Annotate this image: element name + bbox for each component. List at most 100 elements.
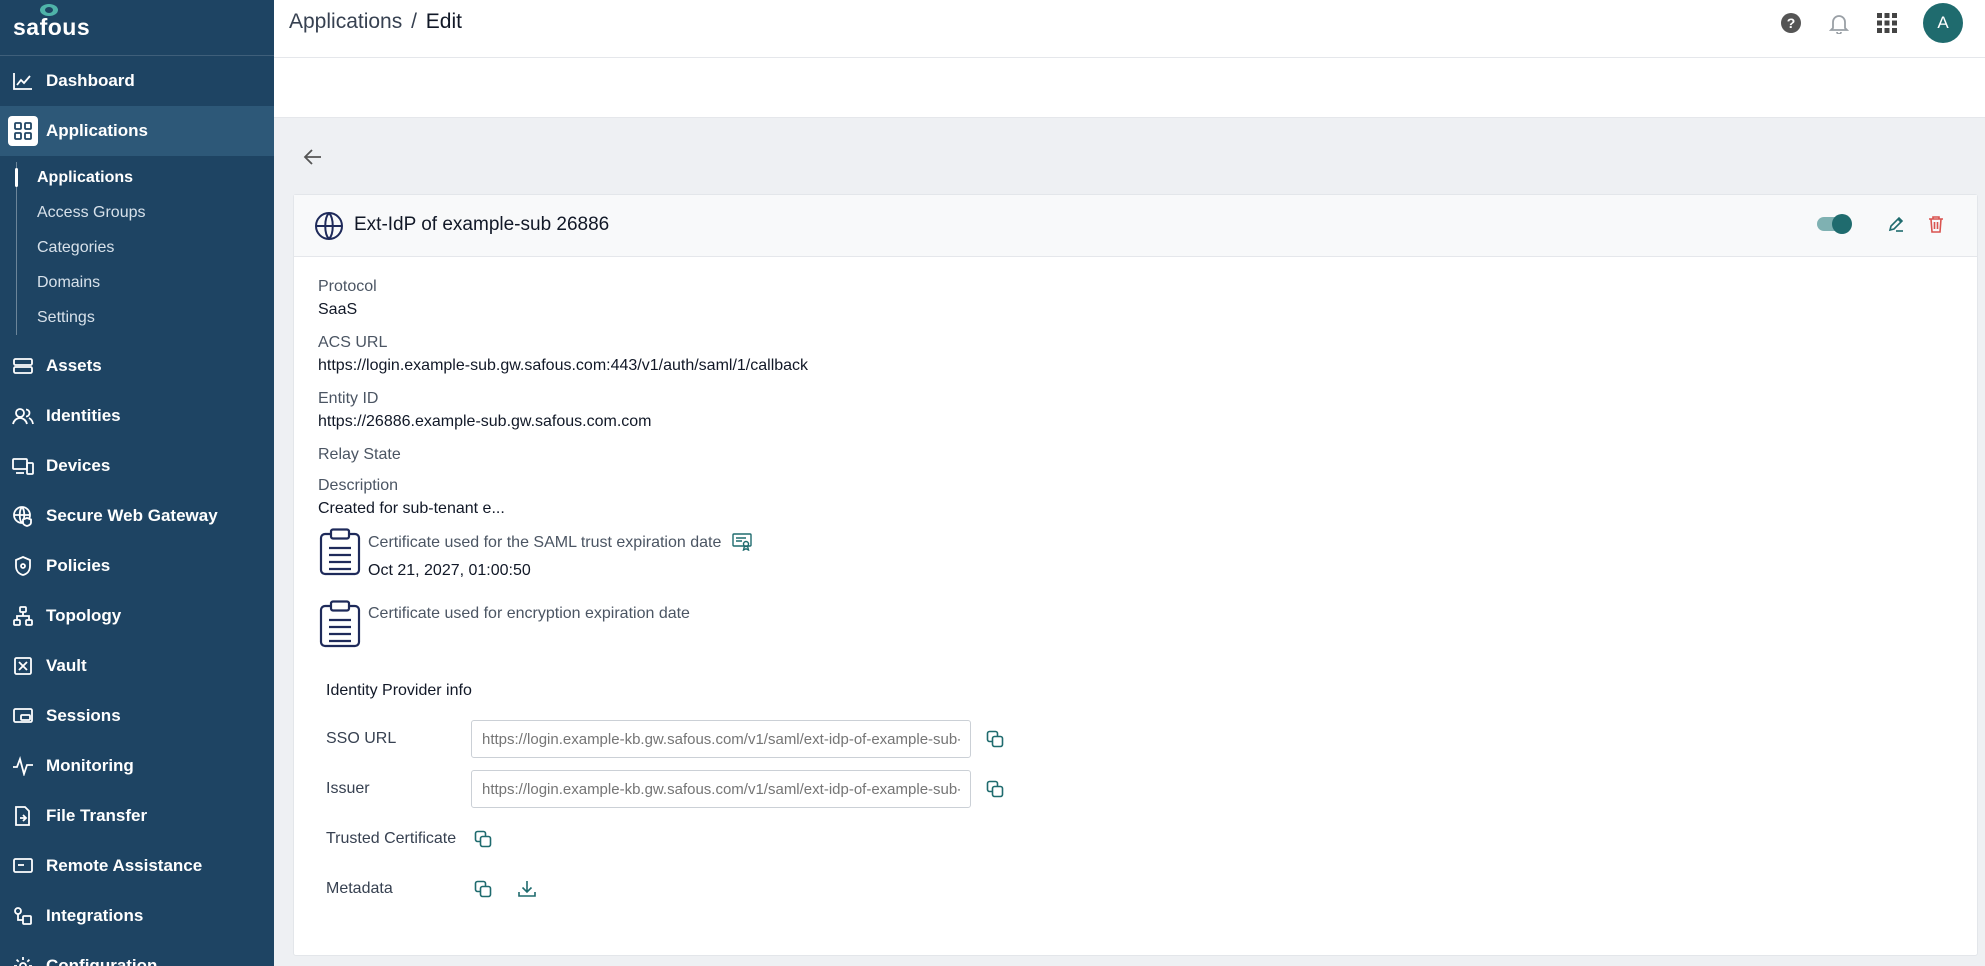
help-icon[interactable]: ? xyxy=(1779,11,1803,35)
issuer-label: Issuer xyxy=(326,780,370,797)
relay-state-label: Relay State xyxy=(318,446,401,463)
sidebar-item-vault[interactable]: Vault xyxy=(0,641,274,691)
enable-toggle[interactable] xyxy=(1817,214,1852,234)
sidebar-item-file-transfer[interactable]: File Transfer xyxy=(0,791,274,841)
tab-band xyxy=(274,58,1985,118)
sidebar-item-label: Remote Assistance xyxy=(46,856,203,875)
sidebar-item-assets[interactable]: Assets xyxy=(0,341,274,391)
sso-url-row: SSO URL xyxy=(318,714,1953,764)
edit-icon[interactable] xyxy=(1885,213,1907,235)
entity-id-value: https://26886.example-sub.gw.safous.com.… xyxy=(318,413,652,430)
saml-cert-label: Certificate used for the SAML trust expi… xyxy=(368,533,722,551)
copy-icon[interactable] xyxy=(983,727,1007,751)
breadcrumb-current: Edit xyxy=(425,10,462,33)
vault-icon xyxy=(11,654,35,678)
sidebar-item-identities[interactable]: Identities xyxy=(0,391,274,441)
applications-icon xyxy=(8,116,38,146)
topology-icon xyxy=(11,604,35,628)
protocol-group: Protocol SaaS xyxy=(318,277,1953,319)
copy-icon[interactable] xyxy=(983,777,1007,801)
entity-id-group: Entity ID https://26886.example-sub.gw.s… xyxy=(318,389,1953,431)
encryption-cert-row: Certificate used for encryption expirati… xyxy=(318,600,1953,674)
topbar: Applications / Edit ? A xyxy=(274,0,1985,58)
sidebar-item-dashboard[interactable]: Dashboard xyxy=(0,56,274,106)
application-card: Ext-IdP of example-sub 26886 Protocol Sa… xyxy=(293,194,1978,956)
issuer-input[interactable] xyxy=(471,770,971,808)
description-label: Description xyxy=(318,477,399,494)
certificate-icon[interactable] xyxy=(731,532,753,552)
devices-icon xyxy=(11,454,35,478)
subnav-item-domains[interactable]: Domains xyxy=(0,265,274,300)
protocol-value: SaaS xyxy=(318,301,358,318)
subnav-item-access-groups[interactable]: Access Groups xyxy=(0,195,274,230)
metadata-label: Metadata xyxy=(326,880,393,897)
sidebar-item-label: Identities xyxy=(46,406,121,425)
clipboard-icon xyxy=(319,600,361,648)
sidebar-item-label: Topology xyxy=(46,606,122,625)
saml-cert-text: Certificate used for the SAML trust expi… xyxy=(368,532,753,580)
sidebar-item-label: Devices xyxy=(46,456,111,475)
sidebar: safous Dashboard Applications Applicatio… xyxy=(0,0,274,966)
saml-cert-value: Oct 21, 2027, 01:00:50 xyxy=(368,562,531,579)
shield-icon xyxy=(11,554,35,578)
applications-subnav: Applications Access Groups Categories Do… xyxy=(0,156,274,341)
dashboard-icon xyxy=(11,69,35,93)
sidebar-item-label: Secure Web Gateway xyxy=(46,506,218,525)
saml-cert-row: Certificate used for the SAML trust expi… xyxy=(318,528,1953,602)
assets-icon xyxy=(11,354,35,378)
sidebar-item-remote-assistance[interactable]: Remote Assistance xyxy=(0,841,274,891)
acs-url-label: ACS URL xyxy=(318,334,388,351)
bell-icon[interactable] xyxy=(1827,11,1851,35)
globe-icon xyxy=(315,212,343,240)
globe-shield-icon xyxy=(11,504,35,528)
sidebar-item-policies[interactable]: Policies xyxy=(0,541,274,591)
entity-id-label: Entity ID xyxy=(318,390,379,407)
file-transfer-icon xyxy=(11,804,35,828)
trusted-certificate-row: Trusted Certificate xyxy=(318,814,1953,864)
copy-icon[interactable] xyxy=(471,877,495,901)
subnav-item-categories[interactable]: Categories xyxy=(0,230,274,265)
sso-url-input[interactable] xyxy=(471,720,971,758)
avatar[interactable]: A xyxy=(1923,3,1963,43)
integrations-icon xyxy=(11,904,35,928)
remote-assistance-icon xyxy=(11,854,35,878)
sidebar-item-label: Sessions xyxy=(46,706,121,725)
back-arrow-icon[interactable] xyxy=(300,144,326,170)
copy-icon[interactable] xyxy=(471,827,495,851)
sidebar-item-secure-web-gateway[interactable]: Secure Web Gateway xyxy=(0,491,274,541)
delete-icon[interactable] xyxy=(1925,213,1947,235)
subnav-item-applications[interactable]: Applications xyxy=(0,160,274,195)
toggle-knob xyxy=(1832,214,1852,234)
logo[interactable]: safous xyxy=(0,0,274,56)
protocol-label: Protocol xyxy=(318,278,377,295)
sidebar-item-label: Vault xyxy=(46,656,87,675)
sidebar-item-applications[interactable]: Applications xyxy=(0,106,274,156)
acs-url-value: https://login.example-sub.gw.safous.com:… xyxy=(318,357,809,374)
monitoring-icon xyxy=(11,754,35,778)
apps-grid-icon[interactable] xyxy=(1875,11,1899,35)
sso-url-label: SSO URL xyxy=(326,730,397,747)
sidebar-item-topology[interactable]: Topology xyxy=(0,591,274,641)
sidebar-item-monitoring[interactable]: Monitoring xyxy=(0,741,274,791)
acs-url-group: ACS URL https://login.example-sub.gw.saf… xyxy=(318,333,1953,375)
svg-text:?: ? xyxy=(1787,15,1796,31)
card-actions xyxy=(1817,213,1947,235)
identities-icon xyxy=(11,404,35,428)
breadcrumb: Applications / Edit xyxy=(289,10,462,34)
sidebar-item-configuration[interactable]: Configuration xyxy=(0,941,274,966)
sidebar-item-label: Monitoring xyxy=(46,756,134,775)
clipboard-icon xyxy=(319,528,361,576)
gear-icon xyxy=(11,954,35,966)
card-body: Protocol SaaS ACS URL https://login.exam… xyxy=(294,257,1977,914)
download-icon[interactable] xyxy=(515,877,539,901)
sidebar-item-devices[interactable]: Devices xyxy=(0,441,274,491)
sidebar-item-label: File Transfer xyxy=(46,806,148,825)
encryption-cert-label: Certificate used for encryption expirati… xyxy=(368,605,690,622)
description-group: Description Created for sub-tenant e... xyxy=(318,476,1953,518)
card-title: Ext-IdP of example-sub 26886 xyxy=(354,214,610,235)
subnav-item-settings[interactable]: Settings xyxy=(0,300,274,335)
sidebar-item-integrations[interactable]: Integrations xyxy=(0,891,274,941)
breadcrumb-root[interactable]: Applications xyxy=(289,10,402,33)
sidebar-item-sessions[interactable]: Sessions xyxy=(0,691,274,741)
